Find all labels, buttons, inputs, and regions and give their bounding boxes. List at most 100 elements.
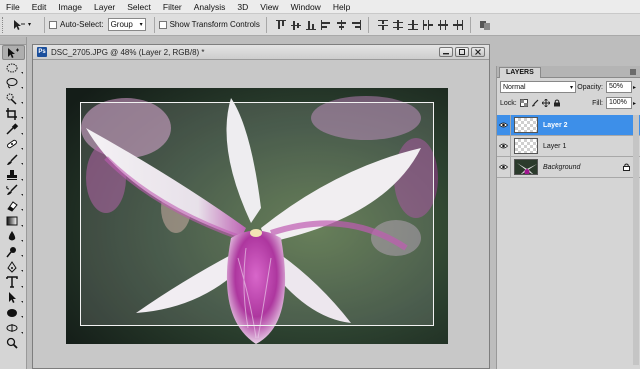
lock-pixels-brush-icon[interactable] (531, 99, 539, 107)
auto-align-icon[interactable] (479, 19, 491, 31)
menu-help[interactable]: Help (327, 0, 356, 14)
maximize-button[interactable] (455, 47, 469, 57)
lock-position-icon[interactable] (541, 99, 550, 107)
layer-2-overlay-rect[interactable] (80, 102, 434, 326)
auto-select-checkbox[interactable] (49, 20, 57, 29)
clone-stamp-tool[interactable] (2, 167, 25, 182)
align-left-icon[interactable] (320, 19, 332, 31)
layer-row-layer-2[interactable]: Layer 2 (497, 114, 640, 136)
opacity-input[interactable]: 50% (605, 81, 632, 93)
layer-name: Layer 1 (543, 142, 567, 150)
menu-file[interactable]: File (0, 0, 26, 14)
layer-row-layer-1[interactable]: Layer 1 (497, 135, 640, 157)
tab-layers[interactable]: LAYERS (499, 67, 541, 78)
minimize-button[interactable] (439, 47, 453, 57)
align-vcenter-icon[interactable] (290, 19, 302, 31)
visibility-toggle[interactable] (497, 156, 511, 178)
rotate-view-icon (6, 323, 18, 332)
lock-transparency-icon[interactable] (519, 99, 528, 107)
orchid-photo[interactable] (66, 88, 448, 344)
align-bottom-icon[interactable] (305, 19, 317, 31)
align-hcenter-icon[interactable] (335, 19, 347, 31)
visibility-toggle[interactable] (497, 135, 511, 157)
healing-brush-tool[interactable] (2, 137, 25, 152)
menu-layer[interactable]: Layer (88, 0, 121, 14)
chevron-right-icon[interactable]: ▸ (633, 100, 636, 107)
zoom-tool[interactable] (2, 336, 25, 351)
blur-tool[interactable] (2, 229, 25, 244)
auto-select-label: Auto-Select: (60, 20, 104, 29)
quick-select-tool[interactable] (2, 91, 25, 106)
show-transform-label: Show Transform Controls (169, 20, 260, 29)
fill-input[interactable]: 100% (605, 97, 632, 109)
distribute-bottom-icon[interactable] (407, 19, 419, 31)
dodge-tool[interactable] (2, 244, 25, 259)
layers-panel: LAYERS Normal ▾ Opacity: 50% ▸ Lock: Fil… (496, 66, 640, 369)
tool-preset-picker[interactable]: ▾ (12, 17, 40, 33)
gradient-icon (6, 216, 18, 226)
pen-tool[interactable] (2, 259, 25, 274)
shape-tool[interactable] (2, 305, 25, 320)
chevron-right-icon[interactable]: ▸ (633, 84, 636, 91)
move-icon (8, 47, 19, 58)
align-top-icon[interactable] (275, 19, 287, 31)
menu-filter[interactable]: Filter (157, 0, 188, 14)
tools-panel-header[interactable] (0, 37, 26, 45)
type-tool[interactable] (2, 274, 25, 289)
distribute-right-icon[interactable] (452, 19, 464, 31)
blend-mode-value: Normal (503, 83, 526, 91)
align-right-icon[interactable] (350, 19, 362, 31)
menu-window[interactable]: Window (285, 0, 327, 14)
menu-analysis[interactable]: Analysis (188, 0, 232, 14)
fill-label: Fill: (592, 99, 603, 107)
lasso-tool[interactable] (2, 76, 25, 91)
eraser-tool[interactable] (2, 198, 25, 213)
blend-mode-dropdown[interactable]: Normal ▾ (500, 81, 576, 93)
lock-all-icon[interactable] (553, 99, 561, 107)
history-brush-icon (6, 184, 18, 196)
distribute-buttons (377, 19, 464, 31)
visibility-toggle[interactable] (497, 114, 511, 136)
layer-thumbnail (514, 117, 538, 133)
document-canvas-area[interactable] (33, 60, 489, 368)
rotate-view-tool[interactable] (2, 320, 25, 335)
distribute-left-icon[interactable] (422, 19, 434, 31)
chevron-down-icon: ▾ (28, 22, 32, 28)
panel-menu-icon[interactable] (629, 68, 637, 76)
document-titlebar[interactable]: Ps DSC_2705.JPG @ 48% (Layer 2, RGB/8) * (33, 45, 489, 60)
layer-thumbnail (514, 138, 538, 154)
close-button[interactable] (471, 47, 485, 57)
auto-select-dropdown[interactable]: Group ▾ (107, 18, 146, 31)
brush-icon (7, 154, 18, 165)
dodge-icon (6, 246, 16, 257)
menu-image[interactable]: Image (52, 0, 88, 14)
options-grip[interactable] (2, 16, 6, 33)
chevron-down-icon: ▾ (569, 84, 573, 91)
show-transform-checkbox[interactable] (158, 20, 167, 29)
crop-tool[interactable] (2, 106, 25, 121)
crop-icon (6, 107, 17, 120)
window-controls (439, 47, 485, 57)
distribute-hcenter-icon[interactable] (437, 19, 449, 31)
gradient-tool[interactable] (2, 213, 25, 228)
brush-tool[interactable] (2, 152, 25, 167)
eyedropper-tool[interactable] (2, 121, 25, 136)
menu-select[interactable]: Select (121, 0, 157, 14)
distribute-top-icon[interactable] (377, 19, 389, 31)
ellipse-marquee-icon (6, 63, 18, 73)
layer-row-background[interactable]: Background (497, 156, 640, 178)
align-buttons (275, 19, 362, 31)
menu-3d[interactable]: 3D (231, 0, 254, 14)
menu-edit[interactable]: Edit (26, 0, 53, 14)
layer-list: Layer 2 Layer 1 Background (497, 114, 640, 178)
move-tool[interactable] (2, 45, 25, 61)
layer-name: Layer 2 (543, 121, 568, 129)
marquee-tool[interactable] (2, 60, 25, 75)
panel-tab-bar: LAYERS (497, 66, 640, 78)
menu-view[interactable]: View (254, 0, 284, 14)
distribute-vcenter-icon[interactable] (392, 19, 404, 31)
layer-list-scrollbar[interactable] (633, 115, 639, 365)
path-select-tool[interactable] (2, 290, 25, 305)
history-brush-tool[interactable] (2, 183, 25, 198)
ps-document-icon: Ps (37, 47, 47, 57)
